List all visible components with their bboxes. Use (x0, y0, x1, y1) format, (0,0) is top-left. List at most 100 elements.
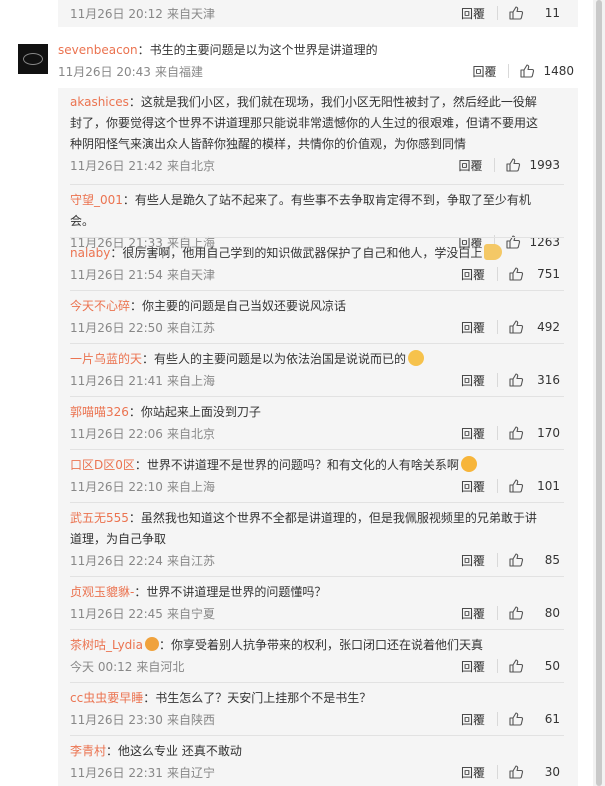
like-button[interactable]: 85 (508, 552, 560, 568)
reply-actions: 回覆 61 (461, 711, 560, 728)
like-button[interactable]: 1480 (519, 63, 574, 79)
action-divider (508, 64, 510, 78)
reply-location: 来自江苏 (166, 553, 215, 568)
thumbs-up-icon (509, 712, 524, 726)
reply-actions: 回覆 1993 (458, 157, 560, 174)
like-button[interactable]: 50 (508, 658, 560, 674)
author-separator: ： (110, 246, 123, 260)
reply-button[interactable]: 回覆 (461, 478, 485, 495)
reply-actions: 回覆 492 (461, 319, 560, 336)
avatar[interactable] (18, 44, 48, 74)
like-button[interactable]: 1993 (505, 157, 560, 173)
comment-author[interactable]: sevenbeacon (58, 43, 138, 57)
author-separator: ： (128, 511, 141, 525)
thumbs-up-emoji-icon (484, 244, 503, 260)
reply-actions: 回覆 101 (461, 478, 560, 495)
replies-list: akashices：这就是我们小区，我们就在现场，我们小区无阳性被封了，然后经此… (58, 88, 578, 786)
reply-time: 11月26日 21:41 (70, 373, 163, 388)
author-separator: ： (159, 638, 172, 652)
reply-item: 口区D区0区：世界不讲道理不是世界的问题吗？和有文化的人有啥关系啊 11月26日 … (70, 455, 578, 496)
comment-body: 书生的主要问题是以为这个世界是讲道理的 (149, 43, 378, 57)
reply-author[interactable]: 郭喵喵326 (70, 405, 129, 419)
reply-divider (70, 237, 564, 238)
reply-author[interactable]: 今天不心碎 (70, 299, 130, 313)
reply-actions: 回覆 30 (461, 764, 560, 781)
reply-body: 有些人是跪久了站不起来了。有些事不去争取肯定得不到，争取了至少有机会。 (70, 193, 531, 228)
reply-button[interactable]: 回覆 (461, 552, 485, 569)
reply-button[interactable]: 回覆 (461, 5, 485, 22)
reply-button[interactable]: 回覆 (461, 658, 485, 675)
reply-body: 世界不讲道理是世界的问题懂吗？ (146, 585, 327, 599)
reply-author[interactable]: 一片乌蓝的天 (70, 352, 142, 366)
reply-actions: 回覆 85 (461, 552, 560, 569)
like-button[interactable]: 80 (508, 605, 560, 621)
like-button[interactable]: 751 (508, 266, 560, 282)
reply-button[interactable]: 回覆 (461, 372, 485, 389)
reply-button[interactable]: 回覆 (461, 425, 485, 442)
comment-location: 来自福建 (154, 64, 203, 79)
reply-author[interactable]: 贞观玉貔貅- (70, 585, 134, 599)
like-button[interactable]: 492 (508, 319, 560, 335)
reply-button[interactable]: 回覆 (461, 711, 485, 728)
like-count: 170 (537, 426, 560, 440)
reply-button[interactable]: 回覆 (461, 266, 485, 283)
action-divider (497, 479, 498, 493)
reply-button[interactable]: 回覆 (461, 764, 485, 781)
reply-time: 11月26日 22:10 (70, 479, 163, 494)
reply-author[interactable]: 茶树咕_Lydia (70, 638, 143, 652)
reply-divider (70, 682, 564, 683)
reply-meta: 11月26日 22:24 来自江苏 回覆 85 (70, 550, 578, 570)
reply-author[interactable]: cc虫虫要早睡 (70, 691, 143, 705)
reply-divider (70, 184, 564, 185)
reply-time: 11月26日 22:06 (70, 426, 163, 441)
like-button[interactable]: 11 (508, 5, 560, 21)
reply-body: 世界不讲道理不是世界的问题吗？和有文化的人有啥关系啊 (146, 458, 459, 472)
thumbs-up-icon (509, 606, 524, 620)
reply-button[interactable]: 回覆 (461, 319, 485, 336)
reply-item: 今天不心碎：你主要的问题是自己当奴还要说风凉话 11月26日 22:50 来自江苏 回… (70, 296, 578, 337)
reply-author[interactable]: akashices (70, 95, 129, 109)
reply-divider (70, 735, 564, 736)
reply-meta: 今天 00:12 来自河北 回覆 50 (70, 656, 578, 676)
reply-item: 李青村：他这么专业 还真不敢动 11月26日 22:31 来自辽宁 回覆 30 (70, 741, 578, 782)
reply-button[interactable]: 回覆 (458, 157, 482, 174)
reply-author[interactable]: 守望_001 (70, 193, 123, 207)
action-divider (497, 712, 498, 726)
reply-meta: 11月26日 21:54 来自天津 回覆 751 (70, 264, 578, 284)
reply-meta: 11月26日 23:30 来自陕西 回覆 61 (70, 709, 578, 729)
reply-button[interactable]: 回覆 (472, 63, 496, 80)
previous-reply-footer: 11月26日 20:12 来自天津 回覆 11 (58, 0, 578, 27)
reply-meta: 11月26日 21:41 来自上海 回覆 316 (70, 370, 578, 390)
reply-location: 来自辽宁 (166, 765, 215, 780)
author-separator: ： (122, 193, 135, 207)
comment-time: 11月26日 20:43 (58, 64, 151, 79)
reply-divider (70, 343, 564, 344)
reply-actions: 回覆 11 (461, 5, 560, 22)
reply-author[interactable]: nalaby (70, 246, 110, 260)
reply-text: 茶树咕_Lydia ：你享受着别人抗争带来的权利，张口闭口还在说着他们天真 (70, 635, 546, 656)
reply-author[interactable]: 李青村 (70, 744, 106, 758)
reply-body: 你享受着别人抗争带来的权利，张口闭口还在说着他们天真 (171, 638, 484, 652)
reply-text: 武五无555：虽然我也知道这个世界不全都是讲道理的，但是我佩服视频里的兄弟敢于讲… (70, 508, 546, 550)
reply-author[interactable]: 口区D区0区 (70, 458, 135, 472)
reply-meta: 11月26日 20:12 来自天津 回覆 11 (70, 3, 578, 23)
reply-text: 口区D区0区：世界不讲道理不是世界的问题吗？和有文化的人有啥关系啊 (70, 455, 546, 476)
reply-item: 武五无555：虽然我也知道这个世界不全都是讲道理的，但是我佩服视频里的兄弟敢于讲… (70, 508, 578, 570)
reply-author[interactable]: 武五无555 (70, 511, 129, 525)
like-button[interactable]: 61 (508, 711, 560, 727)
reply-divider (70, 449, 564, 450)
thumbs-up-icon (509, 426, 524, 440)
reply-button[interactable]: 回覆 (461, 605, 485, 622)
like-count: 316 (537, 373, 560, 387)
main-comment: sevenbeacon：书生的主要问题是以为这个世界是讲道理的 11月26日 2… (0, 36, 592, 86)
reply-time: 11月26日 22:50 (70, 320, 163, 335)
author-separator: ： (106, 744, 119, 758)
like-button[interactable]: 316 (508, 372, 560, 388)
like-button[interactable]: 170 (508, 425, 560, 441)
reply-text: akashices：这就是我们小区，我们就在现场，我们小区无阳性被封了，然后经此… (70, 92, 546, 155)
like-button[interactable]: 30 (508, 764, 560, 780)
reply-text: 李青村：他这么专业 还真不敢动 (70, 741, 546, 762)
scrollbar-thumb[interactable] (596, 0, 602, 786)
reply-body: 你主要的问题是自己当奴还要说风凉话 (142, 299, 347, 313)
like-button[interactable]: 101 (508, 478, 560, 494)
